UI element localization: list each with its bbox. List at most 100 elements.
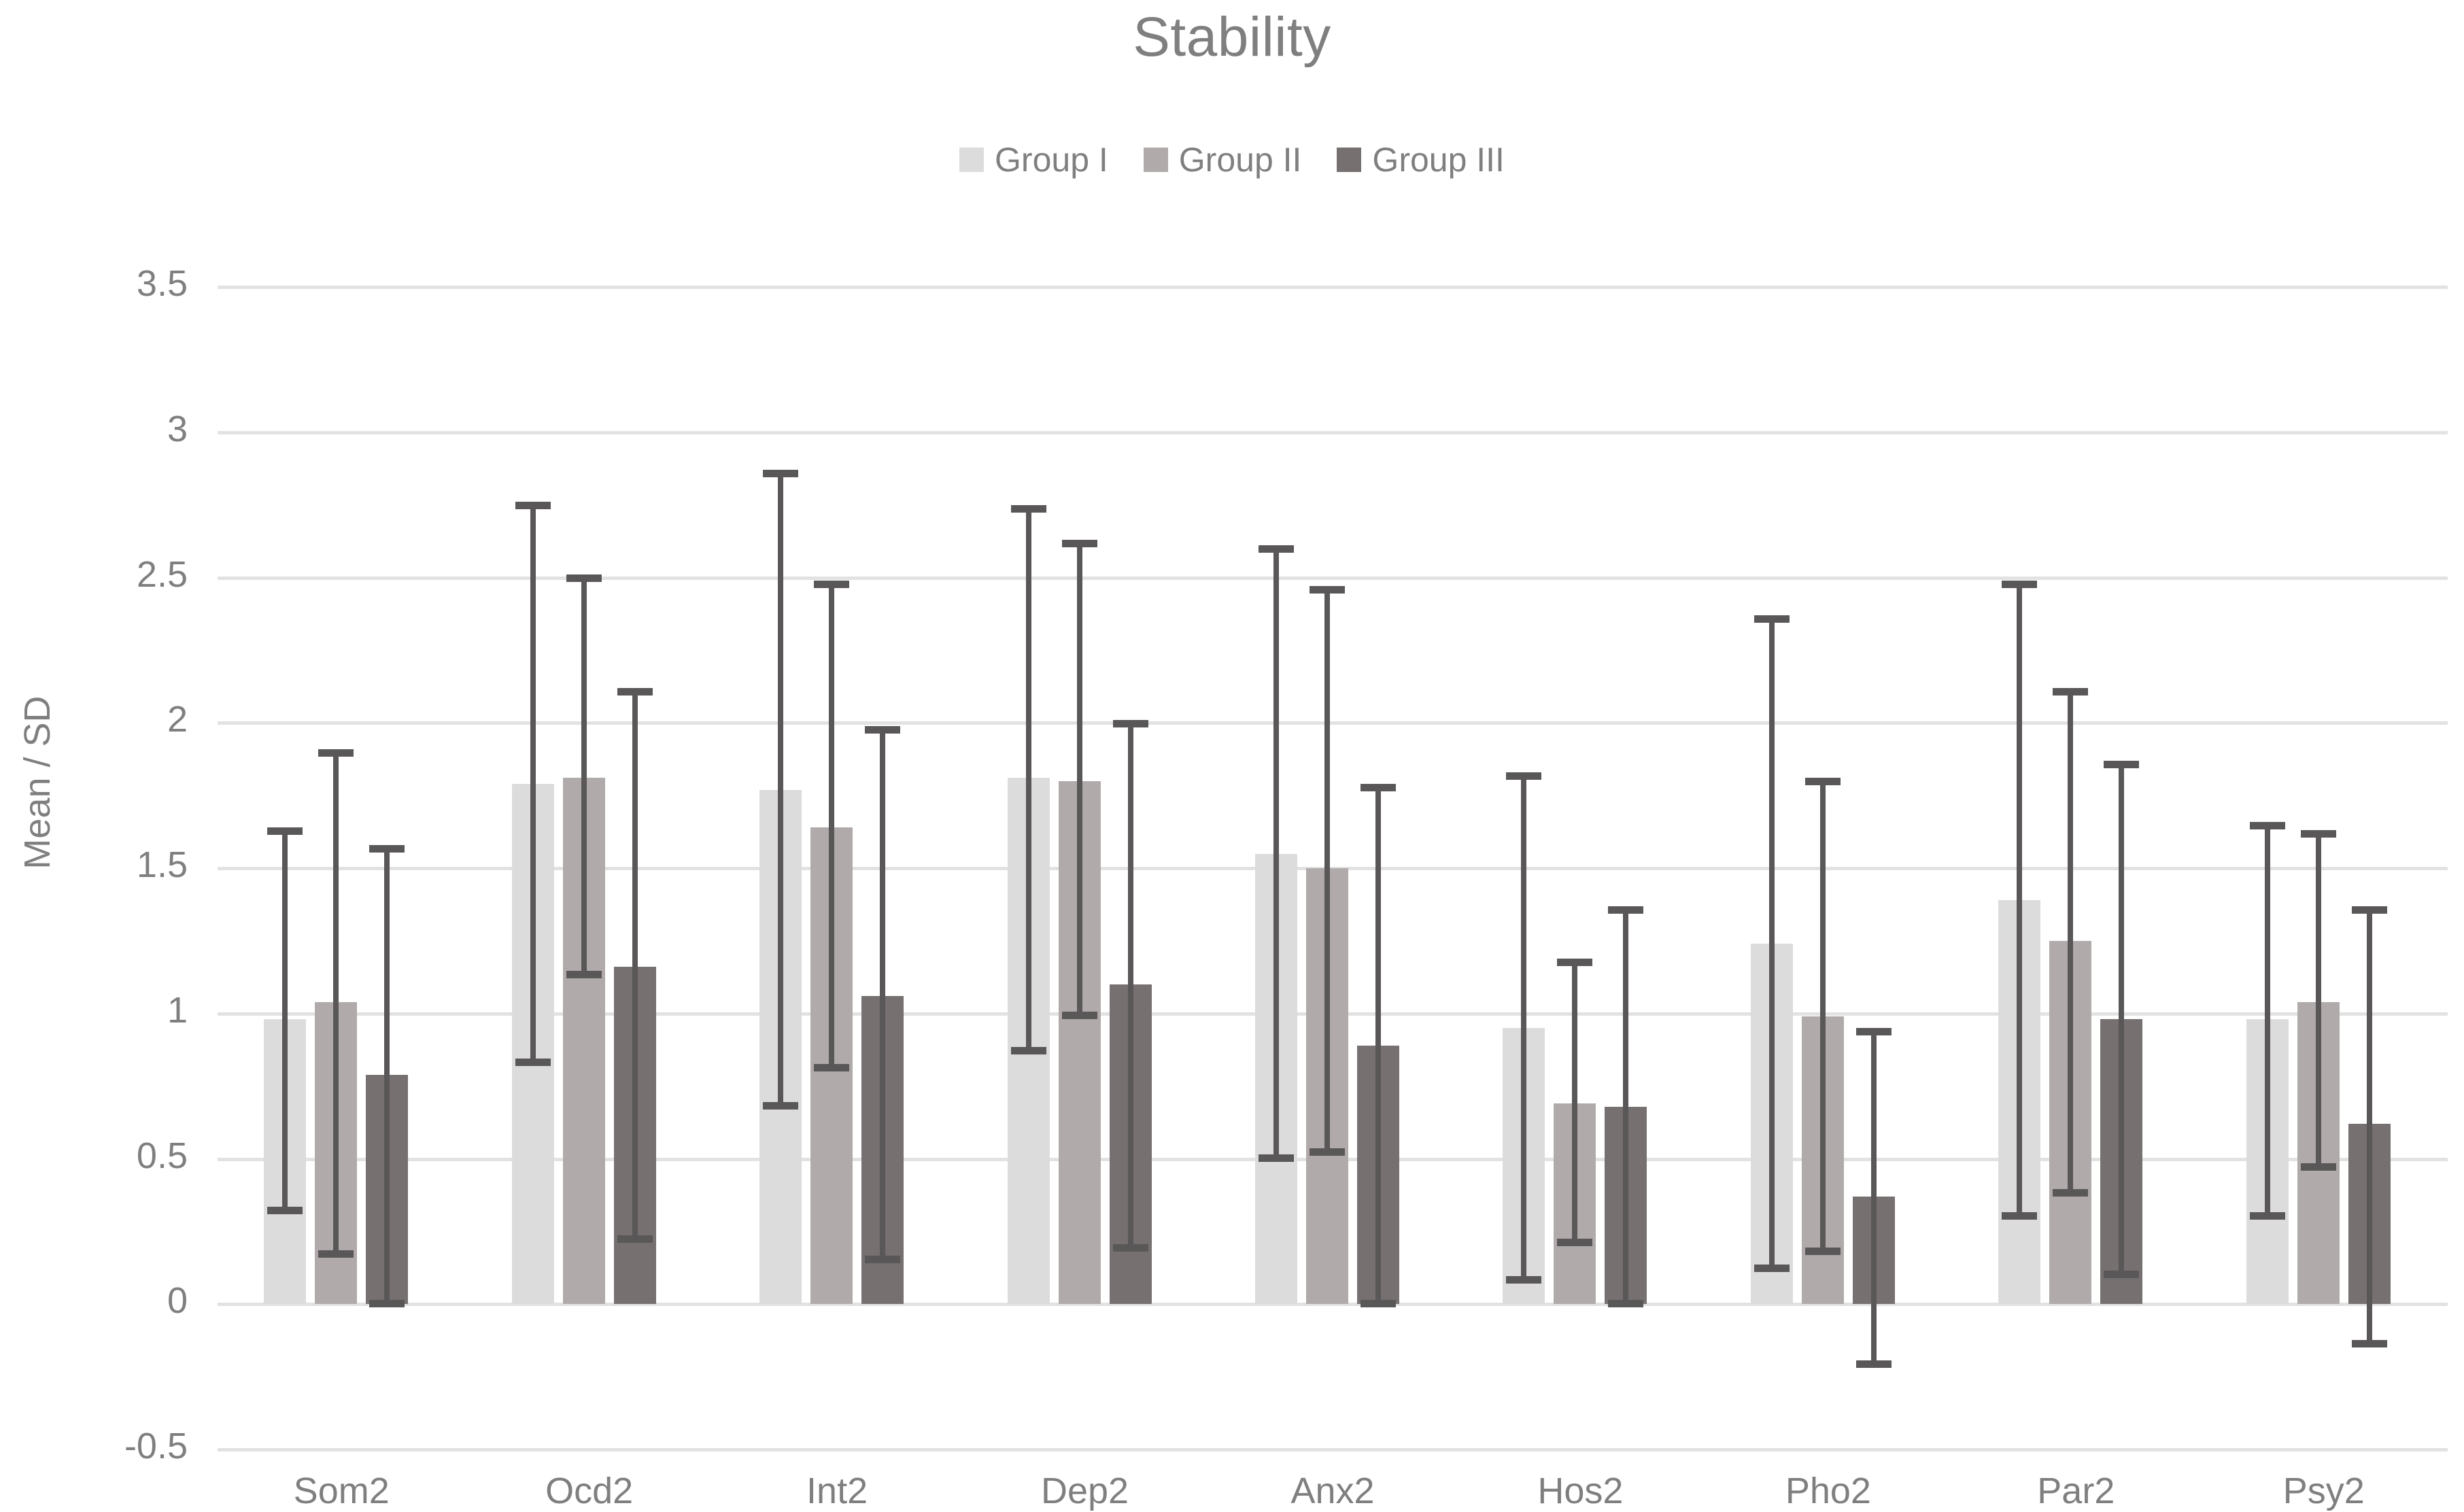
error-bar-cap-bottom [1804,1247,1841,1255]
error-bar [1804,778,1841,1255]
bar[interactable] [2348,287,2391,1449]
legend-item-1[interactable]: Group I [959,143,1108,177]
error-bar [814,580,850,1072]
x-axis-tick: Pho2 [1785,1471,1871,1511]
error-bar-cap-top [814,580,850,588]
y-axis-label: Mean / SD [17,695,58,870]
error-bar-cap-top [1112,719,1148,727]
error-bar [2249,821,2285,1220]
error-bar-cap-top [1010,504,1046,513]
x-axis-tick: Psy2 [2282,1471,2365,1511]
bar-group: Ocd2 [465,287,713,1511]
bar[interactable] [1254,287,1297,1449]
error-bar [1010,504,1046,1054]
error-bar [1506,772,1542,1284]
bar-group: Anx2 [1209,287,1456,1511]
error-bar-cap-bottom [617,1235,653,1243]
legend-label: Group II [1178,141,1302,179]
bar-group: Int2 [713,287,961,1511]
bar[interactable] [264,287,307,1449]
error-bar-cap-bottom [318,1250,354,1258]
error-bar-cap-top [1360,784,1396,792]
error-bar-cap-top [267,827,303,836]
bar[interactable] [1852,287,1895,1449]
bar[interactable] [1305,287,1348,1449]
bar[interactable] [1750,287,1793,1449]
bar[interactable] [2297,287,2340,1449]
error-bar [1112,719,1148,1252]
x-axis-tick: Dep2 [1041,1471,1129,1511]
bar[interactable] [562,287,605,1449]
error-bar-cap-top [1309,586,1345,594]
x-axis-tick: Hos2 [1537,1471,1624,1511]
error-bar [267,827,303,1214]
error-bar-cap-top [865,725,901,734]
error-bar-cap-top [2053,687,2089,695]
chart-title: Stability [1133,6,1331,68]
error-bar-cap-top [1061,539,1097,547]
error-bar-cap-bottom [515,1058,551,1066]
error-bar [566,574,602,979]
bar[interactable] [810,287,853,1449]
error-bar [1360,784,1396,1307]
error-bar-cap-bottom [369,1299,405,1307]
error-bar-cap-top [566,574,602,583]
error-bar-cap-bottom [763,1101,799,1110]
error-bar [1753,615,1790,1273]
bar[interactable] [759,287,802,1449]
bar[interactable] [1503,287,1545,1449]
bar[interactable] [1801,287,1844,1449]
bar[interactable] [1356,287,1399,1449]
error-bar-cap-bottom [566,971,602,979]
legend-item-2[interactable]: Group II [1143,141,1302,179]
legend-label: Group III [1372,141,1505,179]
bar[interactable] [315,287,358,1449]
error-bar [1855,1028,1892,1369]
error-bar-cap-bottom [1506,1276,1542,1284]
bar[interactable] [1554,287,1596,1449]
bar[interactable] [1605,287,1647,1449]
y-axis-tick: 1.5 [136,844,188,885]
bar[interactable] [2246,287,2289,1449]
x-axis-tick: Anx2 [1290,1471,1375,1511]
error-bar [318,749,354,1258]
error-bar-cap-bottom [2002,1212,2038,1220]
plot-area: 3.5 3 2.5 2 1.5 1 0.5 0 -0.5 Som2 Ocd2 Int2 Dep2 Anx2… [124,265,2448,1511]
bar[interactable] [1007,287,1050,1449]
error-bar-cap-bottom [1360,1299,1396,1307]
bar[interactable] [861,287,904,1449]
bar[interactable] [511,287,554,1449]
chart-figure: Stability Group I Group II Group III Mean … [0,0,2464,1511]
bar-group: Psy2 [2200,287,2448,1511]
x-axis-tick: Par2 [2037,1471,2115,1511]
error-bar-cap-bottom [2300,1163,2336,1171]
y-axis-tick: 0 [167,1280,188,1322]
error-bar-cap-bottom [814,1064,850,1072]
x-axis-tick: Ocd2 [545,1471,634,1511]
y-axis-tick: 3 [167,408,188,449]
bar[interactable] [1109,287,1152,1449]
y-axis-tick: 0.5 [136,1135,188,1176]
error-bar-cap-top [1506,772,1542,780]
bar[interactable] [1998,287,2041,1449]
error-bar-cap-top [2002,580,2038,588]
legend-item-3[interactable]: Group III [1337,143,1505,177]
bar[interactable] [2100,287,2143,1449]
error-bar-cap-top [1753,615,1790,623]
error-bar-cap-bottom [2053,1189,2089,1197]
y-axis-tick: 1 [167,989,188,1031]
error-bar-cap-bottom [1112,1244,1148,1252]
y-axis-tick: 2.5 [136,553,188,595]
error-bar [369,844,405,1307]
bar[interactable] [366,287,409,1449]
error-bar [617,687,653,1243]
error-bar-cap-top [515,502,551,510]
bar-group: Som2 [218,287,465,1511]
y-axis-tick: -0.5 [124,1426,188,1466]
error-bar [1608,906,1644,1307]
bar[interactable] [1058,287,1101,1449]
bar[interactable] [613,287,656,1449]
error-bar [2053,687,2089,1197]
error-bar-cap-top [763,470,799,478]
bar[interactable] [2049,287,2092,1449]
